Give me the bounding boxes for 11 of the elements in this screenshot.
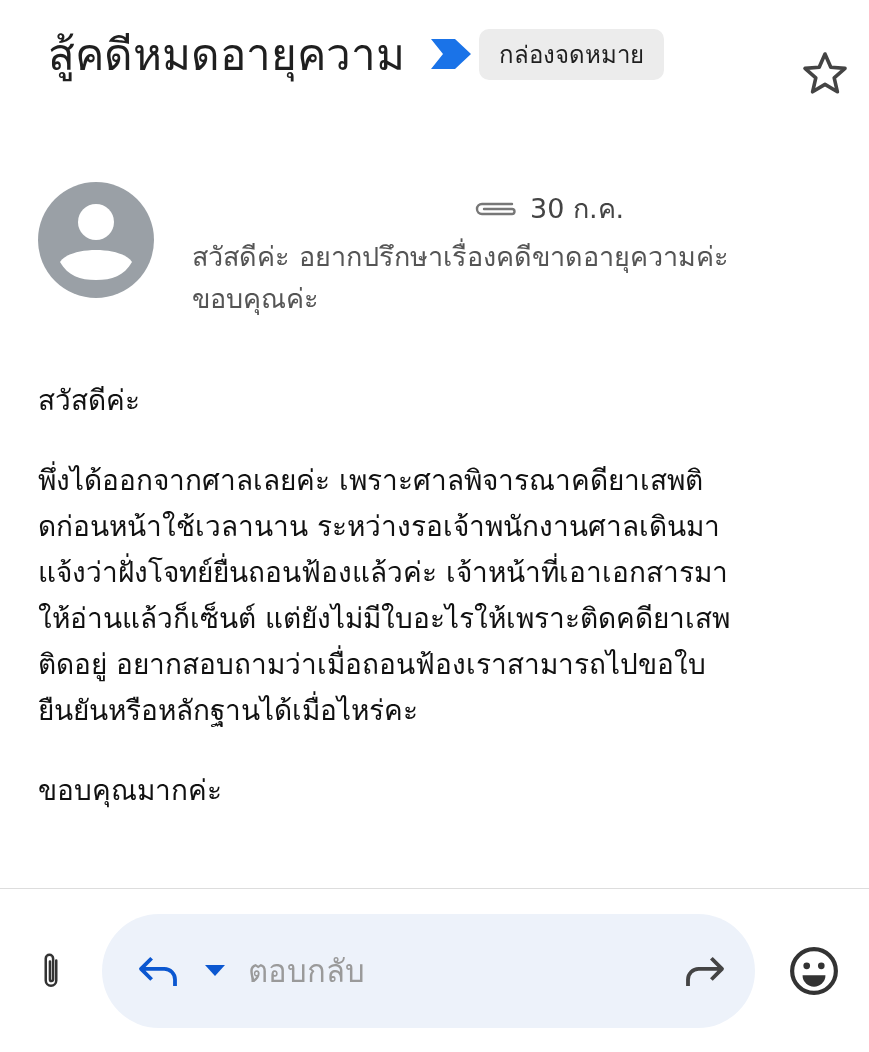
emoji-button[interactable]: [789, 945, 839, 996]
body-paragraph: พึ่งได้ออกจากศาลเลยค่ะ เพราะศาลพิจารณาคดียาเสพติ ดก่อนหน้าใช้เวลานาน ระหว่างรอเจ้าพนักงานศาลเดินมา แจ้งว่าฝั่งโจทย์ยื่นถอนฟ้องแล้วค่ะ เจ้าหน้าที่เอาเอกสารมา ให้อ่านแล้วก็เซ็นต์ แต่ยังไม่มีใบอะไรให้เพราะติดคดียาเสพ ติดอยู่ อยากสอบถามว่าเมื่อถอนฟ้องเราสามารถไปขอใบ ยืนยันหรือหลักฐานได้เมื่อไหร่คะ: [38, 458, 849, 734]
body-paragraph: สวัสดีค่ะ: [38, 383, 141, 419]
message-date: 30 ก.ค.: [530, 191, 625, 226]
reply-field[interactable]: ตอบกลับ: [246, 951, 683, 990]
caret-icon[interactable]: [204, 964, 226, 977]
message-snippet: สวัสดีค่ะ อยากปรึกษาเรื่องคดีขาดอายุความค่ะ ขอบคุณค่ะ: [192, 236, 792, 320]
email-subject: สู้คดีหมดอายุความ: [48, 28, 405, 84]
avatar-icon[interactable]: [38, 182, 154, 298]
label-chip[interactable]: กล่องจดหมาย: [479, 28, 664, 80]
body-paragraph: ขอบคุณมากค่ะ: [38, 773, 223, 810]
